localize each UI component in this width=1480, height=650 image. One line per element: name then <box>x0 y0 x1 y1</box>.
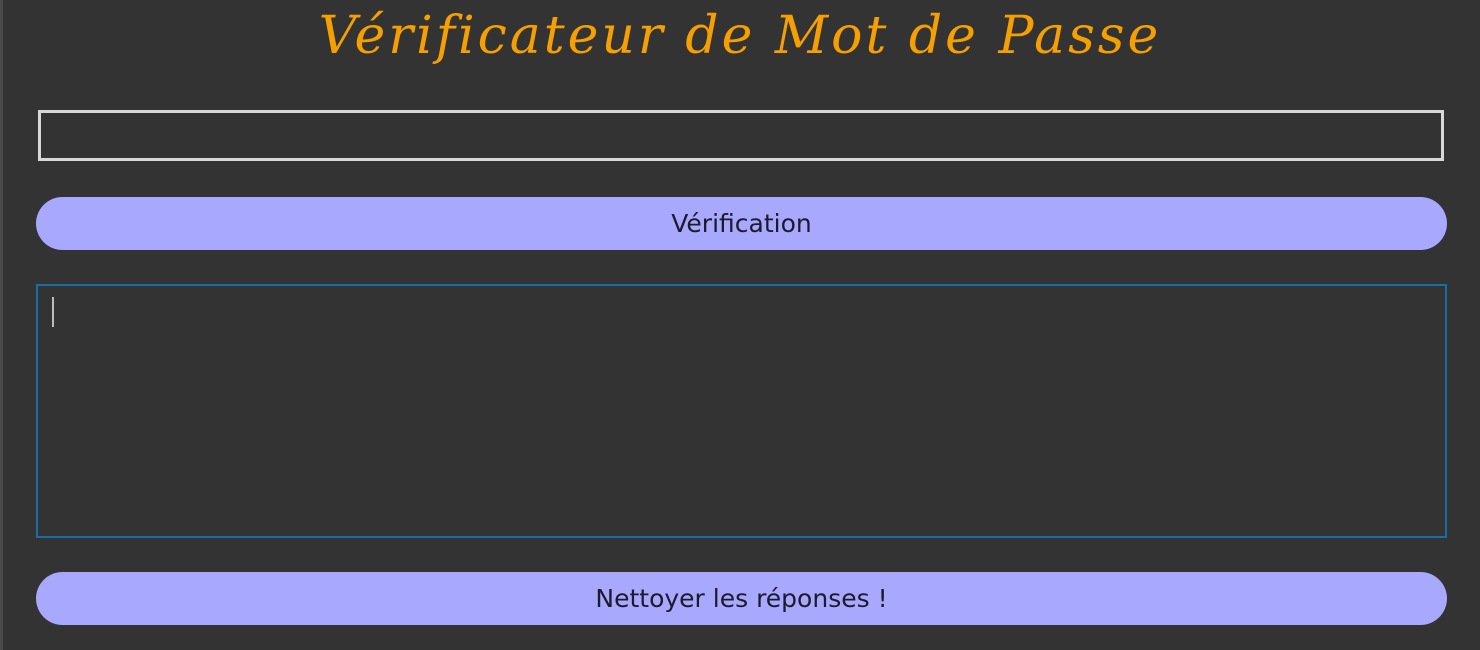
window-left-edge <box>0 0 3 650</box>
clear-responses-button[interactable]: Nettoyer les réponses ! <box>36 572 1447 625</box>
text-cursor <box>52 297 54 327</box>
password-input[interactable] <box>38 110 1444 161</box>
responses-textarea[interactable] <box>36 284 1447 538</box>
app-title: Vérificateur de Mot de Passe <box>318 6 1162 66</box>
verify-button[interactable]: Vérification <box>36 197 1447 250</box>
